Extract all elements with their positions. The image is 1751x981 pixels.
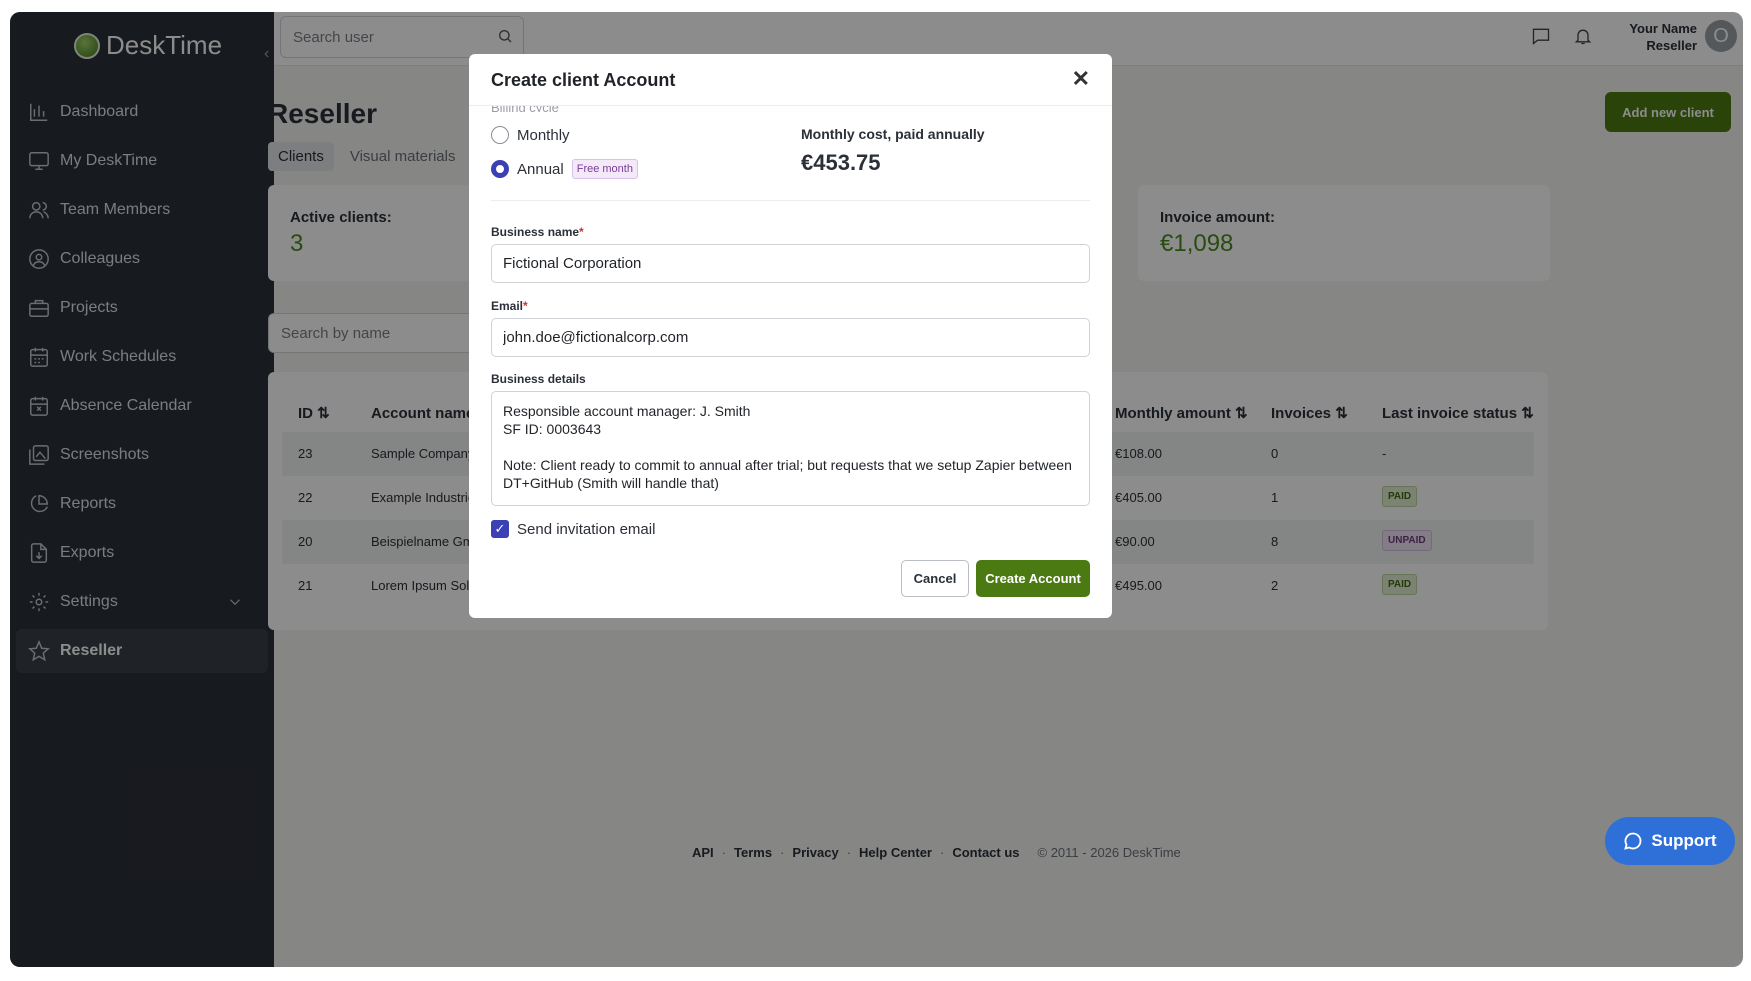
chat-bubble-icon [1624, 832, 1642, 850]
business-name-input[interactable] [491, 244, 1090, 283]
email-input[interactable] [491, 318, 1090, 357]
support-button[interactable]: Support [1605, 817, 1735, 865]
business-name-label: Business name* [491, 225, 584, 239]
free-month-badge: Free month [571, 159, 638, 179]
email-label: Email* [491, 299, 528, 313]
send-invitation-checkbox[interactable]: ✓ Send invitation email [491, 520, 655, 538]
close-icon[interactable]: ✕ [1072, 68, 1090, 90]
billing-cycle-label: Billing cycle [491, 106, 559, 112]
modal-header: Create client Account ✕ [469, 54, 1112, 106]
radio-annual-control[interactable] [491, 160, 509, 178]
send-invitation-label: Send invitation email [517, 520, 656, 538]
radio-annual-label: Annual [517, 160, 564, 178]
business-details-textarea[interactable]: Responsible account manager: J. Smith SF… [491, 391, 1090, 506]
support-label: Support [1651, 831, 1717, 850]
create-client-modal: Create client Account ✕ Billing cycle Mo… [469, 54, 1112, 618]
modal-title: Create client Account [491, 70, 676, 90]
cancel-button[interactable]: Cancel [901, 560, 969, 597]
create-account-button[interactable]: Create Account [976, 560, 1090, 597]
business-details-label: Business details [491, 372, 586, 386]
radio-annual[interactable]: Annual Free month [491, 159, 638, 179]
checkbox-check-icon[interactable]: ✓ [491, 520, 509, 538]
radio-monthly[interactable]: Monthly [491, 126, 570, 144]
app-window: DeskTime ‹ Dashboard My DeskTime Team Me… [10, 12, 1743, 967]
radio-monthly-control[interactable] [491, 126, 509, 144]
divider [491, 200, 1090, 201]
radio-monthly-label: Monthly [517, 126, 570, 144]
cost-label: Monthly cost, paid annually [801, 126, 985, 142]
cost-value: €453.75 [801, 150, 881, 175]
